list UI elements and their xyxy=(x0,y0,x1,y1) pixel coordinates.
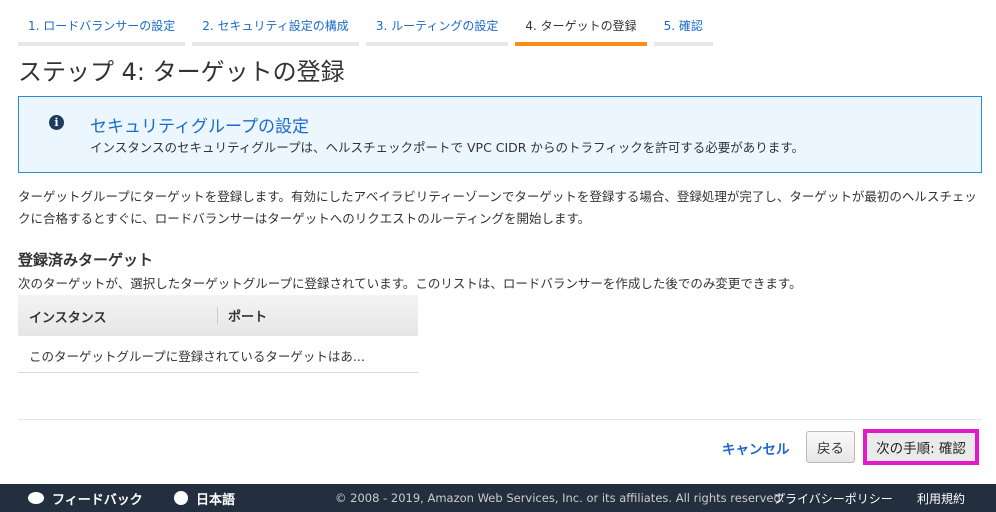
globe-icon xyxy=(174,491,188,505)
info-icon: i xyxy=(49,115,64,130)
security-group-alert: i セキュリティグループの設定 インスタンスのセキュリティグループは、ヘルスチェ… xyxy=(18,96,982,173)
privacy-policy-link[interactable]: プライバシーポリシー xyxy=(773,490,893,507)
page-description: ターゲットグループにターゲットを登録します。有効にしたアベイラビリティーゾーンで… xyxy=(18,189,977,226)
table-header: インスタンス ポート xyxy=(18,295,418,336)
empty-row: このターゲットグループに登録されているターゲットはあ... xyxy=(18,336,418,373)
divider xyxy=(18,419,982,420)
column-instance[interactable]: インスタンス xyxy=(18,306,218,326)
registered-targets-description: 次のターゲットが、選択したターゲットグループに登録されています。このリストは、ロ… xyxy=(18,276,802,291)
wizard-steps: 1. ロードバランサーの設定 2. セキュリティ設定の構成 3. ルーティングの… xyxy=(18,10,713,46)
registered-targets-table: インスタンス ポート このターゲットグループに登録されているターゲットはあ... xyxy=(18,295,418,373)
step-2-tab[interactable]: 2. セキュリティ設定の構成 xyxy=(192,10,359,46)
language-selector[interactable]: 日本語 xyxy=(174,489,235,508)
back-button[interactable]: 戻る xyxy=(806,431,855,463)
alert-title: セキュリティグループの設定 xyxy=(90,117,309,137)
registered-targets-heading: 登録済みターゲット xyxy=(18,251,154,269)
step-5-tab[interactable]: 5. 確認 xyxy=(653,10,713,46)
next-review-button[interactable]: 次の手順: 確認 xyxy=(863,429,979,465)
alert-message: インスタンスのセキュリティグループは、ヘルスチェックポートで VPC CIDR … xyxy=(90,140,804,155)
chat-bubble-icon xyxy=(28,492,44,504)
column-port[interactable]: ポート xyxy=(218,306,267,325)
copyright: © 2008 - 2019, Amazon Web Services, Inc.… xyxy=(335,491,785,505)
cancel-button[interactable]: キャンセル xyxy=(722,438,790,458)
step-1-tab[interactable]: 1. ロードバランサーの設定 xyxy=(18,10,186,46)
feedback-label: フィードバック xyxy=(52,492,143,508)
footer: フィードバック 日本語 © 2008 - 2019, Amazon Web Se… xyxy=(0,484,996,512)
step-3-tab[interactable]: 3. ルーティングの設定 xyxy=(365,10,509,46)
feedback-link[interactable]: フィードバック xyxy=(28,489,143,508)
step-4-tab[interactable]: 4. ターゲットの登録 xyxy=(515,10,647,46)
page-title: ステップ 4: ターゲットの登録 xyxy=(18,58,345,86)
language-label: 日本語 xyxy=(196,492,236,508)
terms-link[interactable]: 利用規約 xyxy=(917,490,965,507)
